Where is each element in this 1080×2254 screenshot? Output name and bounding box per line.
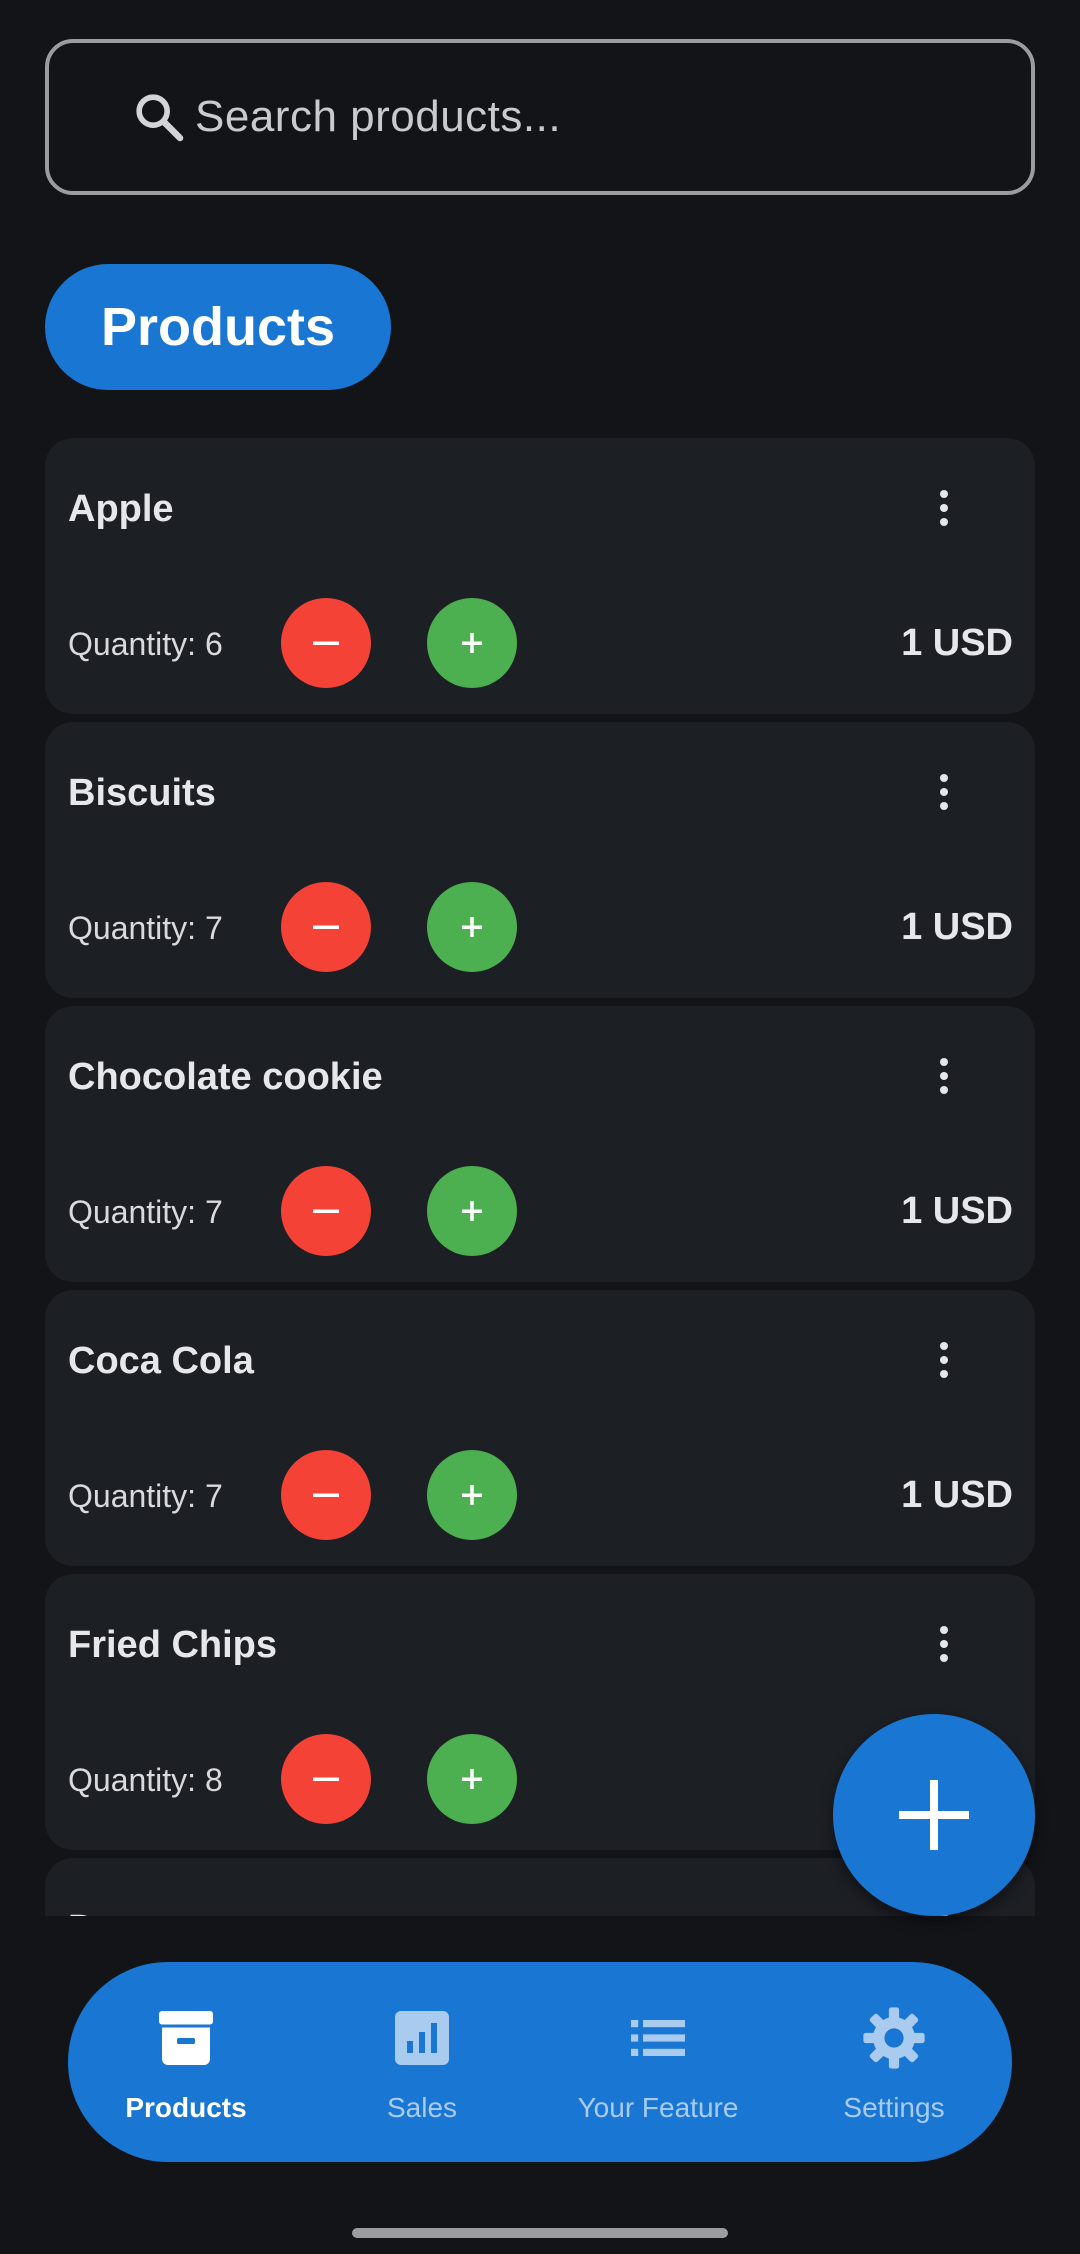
minus-icon bbox=[313, 1493, 339, 1497]
products-chip[interactable]: Products bbox=[45, 264, 391, 390]
product-quantity: Quantity: 6 bbox=[68, 626, 223, 662]
bottom-navigation: Products Sales Your Feature Settings bbox=[68, 1962, 1012, 2162]
increase-quantity-button[interactable] bbox=[427, 882, 517, 972]
product-name: Donuts bbox=[68, 1908, 199, 1916]
product-quantity: Quantity: 7 bbox=[68, 1194, 223, 1230]
bar-chart-icon bbox=[395, 2011, 449, 2065]
minus-icon bbox=[313, 925, 339, 929]
nav-item-products[interactable]: Products bbox=[68, 1962, 304, 2162]
minus-icon bbox=[313, 1209, 339, 1213]
product-price: 1 USD bbox=[901, 622, 1013, 664]
decrease-quantity-button[interactable] bbox=[281, 1166, 371, 1256]
product-price: 1 USD bbox=[901, 1474, 1013, 1516]
product-quantity: Quantity: 7 bbox=[68, 910, 223, 946]
products-screen: Products Apple Quantity: 6 1 USD Biscuit… bbox=[0, 0, 1080, 2254]
more-options-icon[interactable] bbox=[931, 772, 957, 812]
plus-icon bbox=[462, 1485, 482, 1505]
increase-quantity-button[interactable] bbox=[427, 1450, 517, 1540]
minus-icon bbox=[313, 1777, 339, 1781]
nav-item-your-feature[interactable]: Your Feature bbox=[540, 1962, 776, 2162]
plus-icon bbox=[462, 1201, 482, 1221]
increase-quantity-button[interactable] bbox=[427, 598, 517, 688]
search-input[interactable] bbox=[195, 43, 1001, 191]
decrease-quantity-button[interactable] bbox=[281, 882, 371, 972]
archive-icon bbox=[159, 2011, 213, 2065]
more-options-icon[interactable] bbox=[931, 1624, 957, 1664]
product-card[interactable]: Coca Cola Quantity: 7 1 USD bbox=[45, 1290, 1035, 1566]
product-name: Fried Chips bbox=[68, 1624, 278, 1666]
product-price: 1 USD bbox=[901, 906, 1013, 948]
more-options-icon[interactable] bbox=[931, 488, 957, 528]
nav-label: Settings bbox=[843, 2092, 945, 2123]
nav-label: Products bbox=[125, 2092, 247, 2123]
list-icon bbox=[631, 2020, 685, 2056]
product-name: Chocolate cookie bbox=[68, 1056, 383, 1098]
product-quantity: Quantity: 7 bbox=[68, 1478, 223, 1514]
more-options-icon[interactable] bbox=[931, 1056, 957, 1096]
decrease-quantity-button[interactable] bbox=[281, 1450, 371, 1540]
product-quantity: Quantity: 8 bbox=[68, 1762, 223, 1798]
nav-label: Your Feature bbox=[577, 2092, 739, 2123]
decrease-quantity-button[interactable] bbox=[281, 1734, 371, 1824]
product-name: Coca Cola bbox=[68, 1340, 254, 1382]
product-name: Apple bbox=[68, 488, 174, 530]
product-list: Apple Quantity: 6 1 USD Biscuits Quantit… bbox=[45, 438, 1035, 1916]
home-indicator[interactable] bbox=[352, 2228, 728, 2238]
product-card[interactable]: Chocolate cookie Quantity: 7 1 USD bbox=[45, 1006, 1035, 1282]
search-bar[interactable] bbox=[45, 39, 1035, 195]
more-options-icon[interactable] bbox=[931, 1340, 957, 1380]
product-name: Biscuits bbox=[68, 772, 216, 814]
search-icon bbox=[136, 94, 184, 142]
product-card[interactable]: Apple Quantity: 6 1 USD bbox=[45, 438, 1035, 714]
plus-icon bbox=[462, 917, 482, 937]
plus-icon bbox=[899, 1780, 969, 1850]
add-product-button[interactable] bbox=[833, 1714, 1035, 1916]
nav-label: Sales bbox=[386, 2092, 458, 2123]
product-card[interactable]: Biscuits Quantity: 7 1 USD bbox=[45, 722, 1035, 998]
gear-icon bbox=[863, 2007, 925, 2069]
product-price: 1 USD bbox=[901, 1190, 1013, 1232]
plus-icon bbox=[462, 1769, 482, 1789]
increase-quantity-button[interactable] bbox=[427, 1734, 517, 1824]
minus-icon bbox=[313, 641, 339, 645]
nav-item-sales[interactable]: Sales bbox=[304, 1962, 540, 2162]
increase-quantity-button[interactable] bbox=[427, 1166, 517, 1256]
plus-icon bbox=[462, 633, 482, 653]
nav-item-settings[interactable]: Settings bbox=[776, 1962, 1012, 2162]
decrease-quantity-button[interactable] bbox=[281, 598, 371, 688]
